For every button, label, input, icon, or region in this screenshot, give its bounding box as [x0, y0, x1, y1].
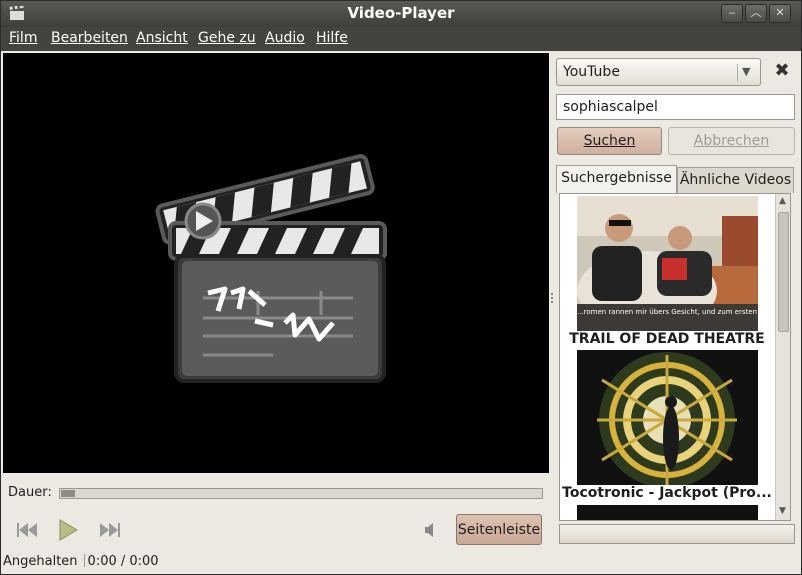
- source-select-value: YouTube: [563, 64, 620, 80]
- menu-gehe-zu[interactable]: Gehe zu: [198, 30, 256, 46]
- maximize-icon: ︿: [750, 6, 762, 19]
- search-results-list[interactable]: ...romen rannen mir übers Gesicht, und z…: [559, 193, 791, 521]
- tab-search-results[interactable]: Suchergebnisse: [556, 165, 677, 193]
- previous-icon[interactable]: [14, 517, 40, 543]
- minimize-icon: ‒: [728, 6, 736, 19]
- duration-label: Dauer:: [8, 485, 52, 500]
- search-input[interactable]: sophiascalpel: [556, 94, 795, 120]
- menu-bar: Film Bearbeiten Ansicht Gehe zu Audio Hi…: [1, 27, 801, 51]
- status-bar: Angehalten 0:00 / 0:00: [3, 554, 159, 569]
- seek-bar[interactable]: [59, 488, 543, 499]
- menu-ansicht[interactable]: Ansicht: [136, 30, 188, 46]
- sidebar-progress-bar: [559, 524, 795, 544]
- menu-bearbeiten[interactable]: Bearbeiten: [51, 30, 128, 46]
- title-bar: Video-Player ‒ ︿ ✕: [1, 1, 801, 27]
- play-icon[interactable]: [55, 517, 81, 543]
- close-window-button[interactable]: ✕: [769, 4, 791, 23]
- video-area[interactable]: [3, 53, 549, 473]
- source-select[interactable]: YouTube ▼: [556, 58, 761, 86]
- video-player-window: Video-Player ‒ ︿ ✕ Film Bearbeiten Ansic…: [0, 0, 802, 575]
- sidebar-toggle-button[interactable]: Seitenleiste: [456, 514, 542, 545]
- menu-hilfe[interactable]: Hilfe: [316, 30, 348, 46]
- results-scrollbar[interactable]: ▲ ▼: [775, 194, 790, 520]
- seek-knob[interactable]: [61, 490, 75, 497]
- minimize-button[interactable]: ‒: [721, 4, 743, 23]
- tab-related-videos[interactable]: Ähnliche Videos: [677, 167, 794, 193]
- video-thumbnail[interactable]: ...romen rannen mir übers Gesicht, und z…: [577, 196, 758, 331]
- window-title: Video-Player: [347, 4, 455, 22]
- pane-splitter[interactable]: [550, 291, 554, 311]
- scroll-down-icon[interactable]: ▼: [779, 506, 786, 516]
- cancel-button-label: Abbrechen: [693, 133, 770, 149]
- close-icon: ✕: [775, 6, 785, 19]
- thumbnail-caption: ...romen rannen mir übers Gesicht, und z…: [577, 308, 757, 316]
- volume-icon[interactable]: [421, 517, 439, 543]
- video-thumbnail[interactable]: [577, 350, 758, 485]
- time-display: 0:00 / 0:00: [87, 554, 159, 569]
- close-icon: ✖: [774, 60, 790, 81]
- video-thumbnail[interactable]: [577, 505, 758, 520]
- result-title: Tocotronic - Jackpot (Pro...: [562, 485, 772, 501]
- menu-audio[interactable]: Audio: [265, 30, 305, 46]
- close-sidebar-button[interactable]: ✖: [772, 61, 792, 81]
- search-button[interactable]: Suchen: [557, 127, 662, 155]
- maximize-button[interactable]: ︿: [745, 4, 767, 23]
- menu-film[interactable]: Film: [9, 30, 37, 46]
- cancel-button[interactable]: Abbrechen: [668, 127, 795, 155]
- scroll-up-icon[interactable]: ▲: [779, 196, 786, 206]
- next-icon[interactable]: [97, 517, 123, 543]
- search-button-label: Suchen: [583, 133, 636, 149]
- result-title: TRAIL OF DEAD THEATRE: [569, 331, 765, 347]
- playback-status: Angehalten: [3, 554, 78, 569]
- clapperboard-logo: [155, 154, 387, 383]
- scrollbar-thumb[interactable]: [778, 212, 789, 332]
- chevron-down-icon: ▼: [742, 65, 751, 78]
